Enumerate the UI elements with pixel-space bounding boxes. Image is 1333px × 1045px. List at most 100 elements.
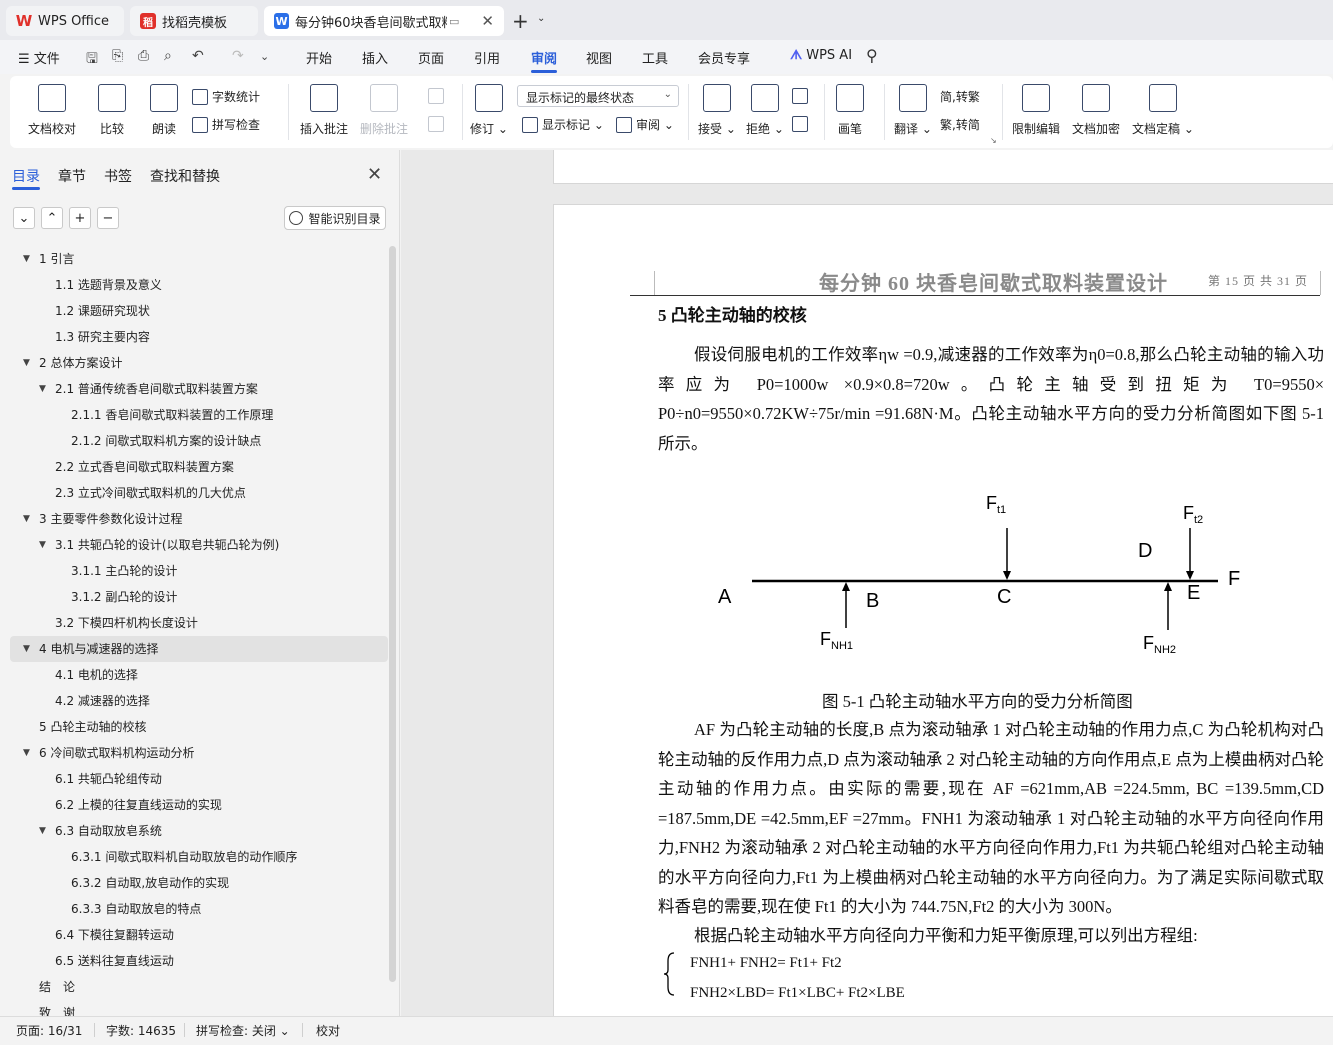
- menu-review[interactable]: 审阅: [531, 48, 557, 67]
- tab-find-replace[interactable]: 查找和替换: [150, 166, 220, 186]
- toc-item[interactable]: 4.2 减速器的选择: [10, 688, 388, 714]
- restrict-edit-button[interactable]: 限制编辑: [1012, 76, 1060, 137]
- toc-item[interactable]: 结 论: [10, 974, 388, 1000]
- print-icon[interactable]: ⎙: [138, 48, 149, 64]
- add-heading-button[interactable]: +: [69, 207, 91, 229]
- markup-state-select[interactable]: 显示标记的最终状态 ⌄: [517, 85, 679, 107]
- document-canvas[interactable]: 每分钟 60 块香皂间歇式取料装置设计 第 15 页 共 31 页 5 凸轮主动…: [401, 150, 1333, 1016]
- spell-check-button[interactable]: 拼写检查: [192, 116, 260, 133]
- wps-ai-button[interactable]: ᗑ WPS AI: [790, 48, 852, 63]
- new-tab-icon[interactable]: +: [512, 9, 529, 33]
- to-traditional-button[interactable]: 简,转繁: [940, 88, 980, 105]
- toc-item[interactable]: 2.2 立式香皂间歇式取料装置方案: [10, 454, 388, 480]
- toc-item[interactable]: 1.2 课题研究现状: [10, 298, 388, 324]
- delete-comment-button[interactable]: 删除批注: [360, 76, 408, 137]
- menu-vip[interactable]: 会员专享: [698, 48, 750, 67]
- window-icon[interactable]: ▭: [449, 15, 459, 28]
- toc-item[interactable]: ▼ 2 总体方案设计: [10, 350, 388, 376]
- collapse-all-button[interactable]: ⌃: [41, 207, 63, 229]
- toc-scrollbar[interactable]: [389, 246, 396, 982]
- close-tab-icon[interactable]: ✕: [481, 12, 494, 30]
- read-aloud-button[interactable]: 朗读: [150, 76, 178, 137]
- expand-arrow-icon[interactable]: ▼: [23, 246, 30, 272]
- expand-all-button[interactable]: ⌄: [13, 207, 35, 229]
- toc-item[interactable]: 3.1.2 副凸轮的设计: [10, 584, 388, 610]
- status-page[interactable]: 页面: 16/31: [16, 1022, 82, 1039]
- save-icon[interactable]: 🖫: [86, 48, 98, 72]
- redo-icon[interactable]: ↷: [232, 48, 244, 64]
- tab-template[interactable]: 稻 找稻壳模板: [130, 6, 258, 36]
- chevron-down-icon[interactable]: ⌄: [537, 13, 545, 24]
- print-preview-icon[interactable]: ⌕: [164, 48, 172, 64]
- encrypt-button[interactable]: 文档加密: [1072, 76, 1120, 137]
- toc-item[interactable]: ▼ 6.3 自动取放皂系统: [10, 818, 388, 844]
- reject-button[interactable]: 拒绝 ⌄: [746, 76, 784, 137]
- status-proofread[interactable]: 校对: [316, 1022, 340, 1039]
- toc-item[interactable]: 6.4 下模往复翻转运动: [10, 922, 388, 948]
- quick-access-chevron-icon[interactable]: ⌄: [260, 50, 269, 63]
- file-menu[interactable]: ☰ 文件: [18, 48, 60, 67]
- toc-item[interactable]: 5 凸轮主动轴的校核: [10, 714, 388, 740]
- close-pane-icon[interactable]: ✕: [367, 164, 382, 185]
- toc-item[interactable]: ▼ 1 引言: [10, 246, 388, 272]
- pen-button[interactable]: 画笔: [836, 76, 864, 137]
- translate-button[interactable]: 翻译 ⌄: [894, 76, 932, 137]
- next-change-icon[interactable]: [792, 116, 812, 132]
- toc-item[interactable]: 6.1 共轭凸轮组传动: [10, 766, 388, 792]
- toc-item[interactable]: 3.2 下模四杆机构长度设计: [10, 610, 388, 636]
- toc-item[interactable]: 2.3 立式冷间歇式取料机的几大优点: [10, 480, 388, 506]
- toc-item[interactable]: ▼ 3.1 共轭凸轮的设计(以取皂共轭凸轮为例): [10, 532, 388, 558]
- to-simplified-button[interactable]: 繁,转简: [940, 116, 980, 133]
- tab-chapters[interactable]: 章节: [58, 166, 86, 186]
- toc-item[interactable]: 4.1 电机的选择: [10, 662, 388, 688]
- toc-item[interactable]: ▼ 3 主要零件参数化设计过程: [10, 506, 388, 532]
- tab-wps-office[interactable]: W WPS Office: [6, 6, 124, 36]
- toc-item[interactable]: 3.1.1 主凸轮的设计: [10, 558, 388, 584]
- toc-item[interactable]: ▼ 4 电机与减速器的选择: [10, 636, 388, 662]
- toc-item[interactable]: 6.3.3 自动取放皂的特点: [10, 896, 388, 922]
- expand-arrow-icon[interactable]: ▼: [39, 818, 46, 844]
- status-spell-check[interactable]: 拼写检查: 关闭 ⌄: [196, 1022, 290, 1039]
- toc-item[interactable]: 2.1.2 间歇式取料机方案的设计缺点: [10, 428, 388, 454]
- toc-item[interactable]: 1.3 研究主要内容: [10, 324, 388, 350]
- document-page[interactable]: 每分钟 60 块香皂间歇式取料装置设计 第 15 页 共 31 页 5 凸轮主动…: [553, 204, 1333, 1016]
- show-markup-button[interactable]: 显示标记 ⌄: [522, 116, 604, 133]
- finalize-button[interactable]: 文档定稿 ⌄: [1132, 76, 1194, 137]
- export-icon[interactable]: ⎘: [112, 48, 123, 64]
- remove-heading-button[interactable]: −: [97, 207, 119, 229]
- toc-item[interactable]: 6.3.1 间歇式取料机自动取放皂的动作顺序: [10, 844, 388, 870]
- toc-item[interactable]: 1.1 选题背景及意义: [10, 272, 388, 298]
- status-word-count[interactable]: 字数: 14635: [106, 1022, 176, 1039]
- previous-change-icon[interactable]: [792, 88, 812, 104]
- menu-home[interactable]: 开始: [306, 48, 332, 67]
- review-pane-button[interactable]: 审阅 ⌄: [616, 116, 674, 133]
- toc-item[interactable]: ▼ 2.1 普通传统香皂间歇式取料装置方案: [10, 376, 388, 402]
- expand-arrow-icon[interactable]: ▼: [39, 376, 46, 402]
- smart-toc-button[interactable]: 智能识别目录: [284, 206, 386, 230]
- undo-icon[interactable]: ↶: [192, 48, 204, 64]
- tab-bookmarks[interactable]: 书签: [104, 166, 132, 186]
- expand-arrow-icon[interactable]: ▼: [23, 350, 30, 376]
- compare-button[interactable]: 比较: [98, 76, 126, 137]
- toc-item[interactable]: 6.3.2 自动取,放皂动作的实现: [10, 870, 388, 896]
- tab-document[interactable]: W 每分钟60块香皂间歇式取料装 ▭ ✕: [264, 6, 504, 36]
- doc-check-button[interactable]: 文档校对: [28, 76, 76, 137]
- dialog-launcher-icon[interactable]: ↘: [990, 136, 997, 145]
- toc-item[interactable]: 6.2 上模的往复直线运动的实现: [10, 792, 388, 818]
- next-comment-icon[interactable]: [428, 116, 448, 132]
- menu-view[interactable]: 视图: [586, 48, 612, 67]
- menu-page[interactable]: 页面: [418, 48, 444, 67]
- toc-item[interactable]: ▼ 6 冷间歇式取料机构运动分析: [10, 740, 388, 766]
- search-icon[interactable]: ⚲: [866, 46, 878, 65]
- insert-comment-button[interactable]: 插入批注: [300, 76, 348, 137]
- toc-item[interactable]: 2.1.1 香皂间歇式取料装置的工作原理: [10, 402, 388, 428]
- menu-reference[interactable]: 引用: [474, 48, 500, 67]
- expand-arrow-icon[interactable]: ▼: [23, 506, 30, 532]
- revise-button[interactable]: 修订 ⌄: [470, 76, 508, 137]
- expand-arrow-icon[interactable]: ▼: [23, 636, 30, 662]
- accept-button[interactable]: 接受 ⌄: [698, 76, 736, 137]
- word-count-button[interactable]: 字数统计: [192, 88, 260, 105]
- tab-toc[interactable]: 目录: [12, 166, 40, 186]
- expand-arrow-icon[interactable]: ▼: [23, 740, 30, 766]
- menu-tools[interactable]: 工具: [642, 48, 668, 67]
